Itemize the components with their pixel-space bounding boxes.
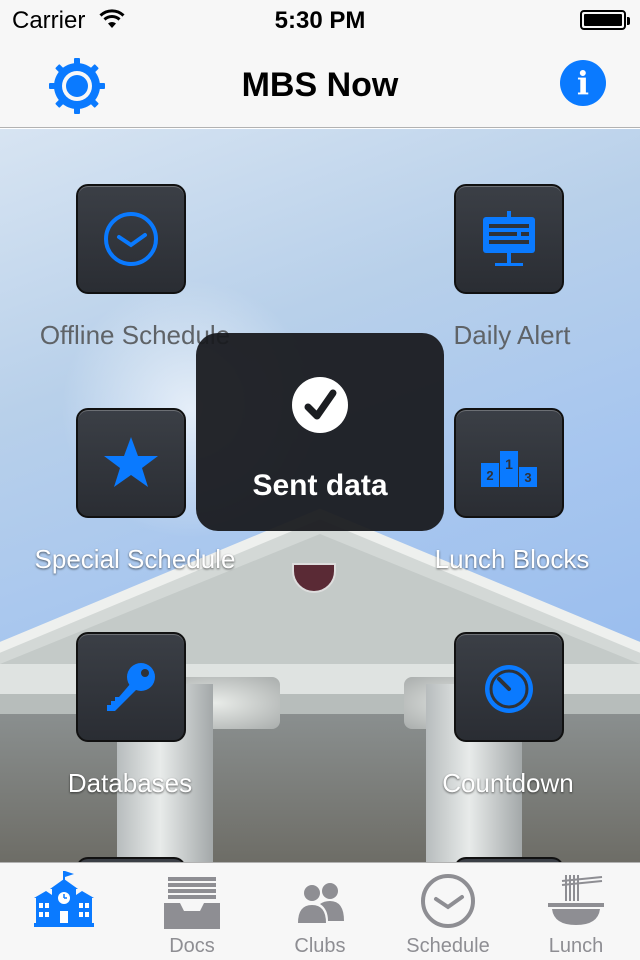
info-icon[interactable]: i <box>560 60 606 106</box>
battery-icon <box>580 10 630 30</box>
svg-text:3: 3 <box>524 470 531 485</box>
tab-docs[interactable]: Docs <box>128 863 256 960</box>
timer-icon <box>485 665 533 713</box>
tab-schedule[interactable]: Schedule <box>384 863 512 960</box>
tab-clubs-label: Clubs <box>294 935 346 957</box>
school-building-icon <box>34 871 94 927</box>
lunch-blocks-button[interactable]: 2 1 3 <box>454 408 564 518</box>
billboard-icon <box>483 211 535 266</box>
star-icon <box>104 437 158 487</box>
special-schedule-label: Special Schedule <box>34 544 236 574</box>
offline-schedule-button[interactable] <box>76 184 186 294</box>
tab-schedule-label: Schedule <box>406 935 490 957</box>
databases-label: Databases <box>67 768 193 798</box>
inbox-tray-icon <box>164 877 220 929</box>
checkmark-icon <box>292 377 348 433</box>
svg-text:2: 2 <box>486 468 493 483</box>
status-time: 5:30 PM <box>274 7 366 34</box>
tab-bar: Docs Clubs Schedule Lunch <box>0 862 640 960</box>
tab-home[interactable] <box>0 863 128 960</box>
countdown-button[interactable] <box>454 632 564 742</box>
tab-lunch-label: Lunch <box>548 935 604 957</box>
lunch-blocks-label: Lunch Blocks <box>434 544 590 574</box>
svg-text:1: 1 <box>505 456 513 472</box>
status-bar: Carrier 5:30 PM <box>0 0 640 40</box>
tab-docs-label: Docs <box>169 935 215 957</box>
clock-icon <box>421 874 475 928</box>
tab-clubs[interactable]: Clubs <box>256 863 384 960</box>
nav-bar: MBS Now i <box>0 40 640 128</box>
podium-icon: 2 1 3 <box>481 451 537 487</box>
daily-alert-button[interactable] <box>454 184 564 294</box>
page-title: MBS Now <box>241 66 399 104</box>
special-schedule-button[interactable] <box>76 408 186 518</box>
progress-hud: Sent data <box>196 333 444 531</box>
tab-lunch[interactable]: Lunch <box>512 863 640 960</box>
databases-button[interactable] <box>76 632 186 742</box>
people-icon <box>298 883 344 923</box>
clock-icon <box>104 212 158 266</box>
noodle-bowl-icon <box>548 875 604 925</box>
hud-message: Sent data <box>252 469 388 502</box>
countdown-label: Countdown <box>442 768 574 798</box>
key-icon <box>107 663 155 711</box>
